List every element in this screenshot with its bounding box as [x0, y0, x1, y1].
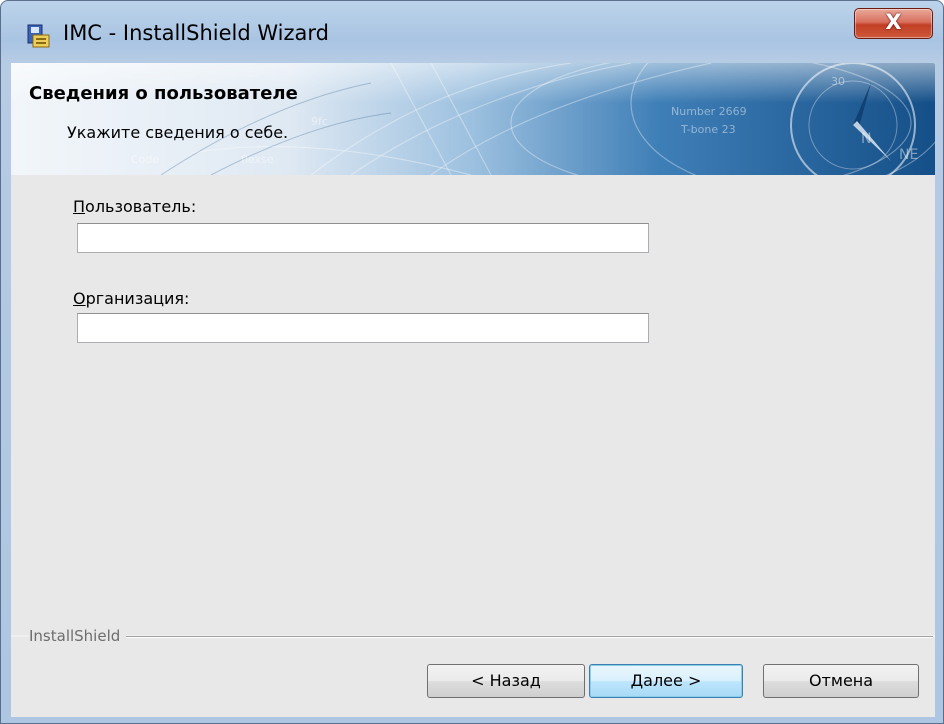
installer-icon [27, 24, 50, 48]
back-button[interactable]: < Назад [427, 664, 585, 698]
org-label-text: рганизация: [85, 289, 190, 308]
wizard-client-area: Code flexse 9fc Number 2669 T-bone 23 30… [11, 63, 935, 717]
cancel-button[interactable]: Отмена [763, 664, 919, 698]
svg-text:flexse: flexse [241, 153, 274, 166]
next-button[interactable]: Далее > [589, 664, 743, 698]
wizard-window: IMC - InstallShield Wizard X Code flexse… [0, 0, 944, 724]
banner-artwork: Code flexse 9fc Number 2669 T-bone 23 30… [11, 63, 935, 175]
close-button[interactable]: X [854, 8, 933, 39]
user-input[interactable] [77, 223, 649, 253]
svg-text:N: N [861, 131, 871, 147]
org-label: Организация: [73, 289, 189, 308]
user-label-accelerator: П [73, 197, 86, 216]
installshield-brand: InstallShield [29, 627, 127, 645]
user-label-text: ользователь: [85, 197, 197, 216]
org-label-accelerator: О [73, 289, 86, 308]
footer-divider [29, 636, 933, 638]
close-icon: X [885, 10, 902, 34]
organization-input[interactable] [77, 313, 649, 343]
svg-text:Number 2669: Number 2669 [671, 105, 747, 118]
svg-text:9fc: 9fc [311, 115, 328, 128]
title-bar[interactable]: IMC - InstallShield Wizard X [1, 1, 943, 63]
svg-text:NE: NE [899, 147, 918, 163]
window-title: IMC - InstallShield Wizard [63, 21, 329, 45]
user-label: Пользователь: [73, 197, 196, 216]
form-area: Пользователь: Организация: [11, 175, 935, 635]
banner-title: Сведения о пользователе [29, 83, 298, 104]
svg-text:T-bone 23: T-bone 23 [680, 123, 736, 136]
svg-text:30: 30 [831, 75, 845, 88]
header-banner: Code flexse 9fc Number 2669 T-bone 23 30… [11, 63, 935, 175]
banner-subtitle: Укажите сведения о себе. [67, 123, 289, 142]
svg-text:Code: Code [131, 153, 159, 166]
